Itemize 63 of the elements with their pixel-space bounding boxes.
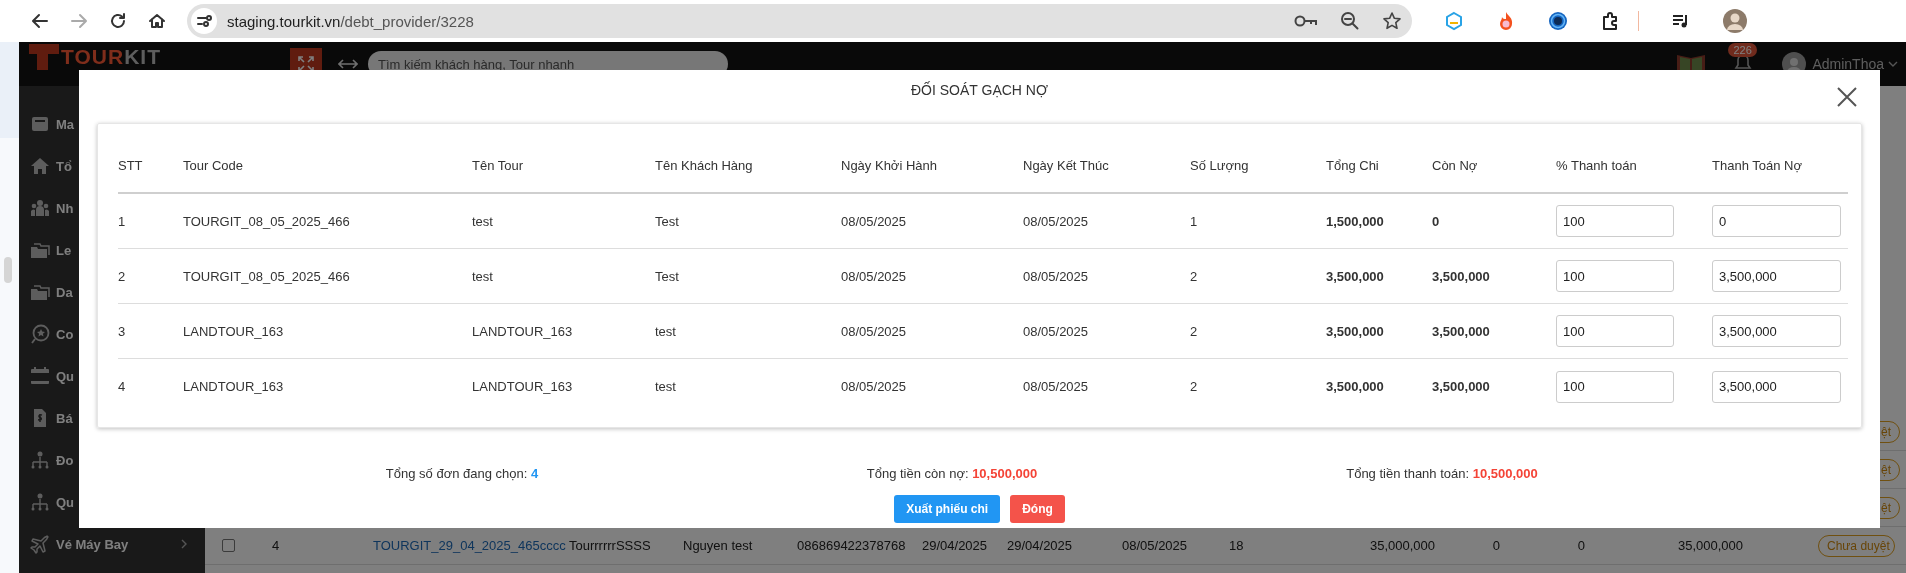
table-cell-text: 3,500,000 bbox=[1432, 378, 1491, 396]
column-header: Tên Khách Hàng bbox=[655, 139, 841, 194]
table-cell: 2 bbox=[118, 249, 183, 304]
table-cell-text: 29/04/2025 bbox=[1007, 538, 1074, 553]
table-cell: 1 bbox=[1190, 194, 1326, 249]
table-cell: 1,500,000 bbox=[1326, 194, 1432, 249]
table-cell: 08/05/2025 bbox=[841, 304, 1023, 359]
table-cell-text: 29/04/2025 bbox=[922, 538, 989, 553]
column-header: Số Lượng bbox=[1190, 139, 1326, 194]
table-cell-text: TourrrrrrSSSS bbox=[569, 538, 652, 553]
summary-text: Tổng tiền thanh toán: 10,500,000 bbox=[1346, 466, 1538, 481]
table-cell-text: 35,000,000 bbox=[1676, 538, 1743, 553]
logo-text: TOURKIT bbox=[61, 45, 161, 69]
table-cell: TOURGIT_08_05_2025_466 bbox=[183, 249, 472, 304]
column-header: Tour Code bbox=[183, 139, 472, 194]
table-cell-text: LANDTOUR_163 bbox=[472, 378, 574, 396]
column-header: Tên Tour bbox=[472, 139, 655, 194]
table-cell-text: 2 bbox=[1190, 378, 1199, 396]
table-cell: test bbox=[655, 304, 841, 359]
table-cell: 2 bbox=[1190, 304, 1326, 359]
table-cell: 08/05/2025 bbox=[841, 249, 1023, 304]
summary-text: Tổng số đơn đang chọn: 4 bbox=[385, 466, 539, 481]
notification-count: 226 bbox=[1728, 42, 1757, 57]
table-cell: LANDTOUR_163 bbox=[472, 304, 655, 359]
table-cell-text: Nguyen test bbox=[683, 538, 754, 553]
table-cell: test bbox=[472, 194, 655, 249]
table-cell-text: 3,500,000 bbox=[1326, 378, 1385, 396]
table-cell: LANDTOUR_163 bbox=[183, 304, 472, 359]
table-cell: 08/05/2025 bbox=[1023, 249, 1190, 304]
column-header: Ngày Khởi Hành bbox=[841, 139, 1023, 194]
column-header: Thanh Toán Nợ bbox=[1712, 139, 1848, 194]
column-header: STT bbox=[118, 139, 183, 194]
table-cell-text: 0 bbox=[1491, 538, 1500, 553]
table-cell: 3,500,000 bbox=[1326, 304, 1432, 359]
table-cell: 08/05/2025 bbox=[1023, 304, 1190, 359]
table-cell-text: LANDTOUR_163 bbox=[183, 378, 285, 396]
column-header: Còn Nợ bbox=[1432, 139, 1556, 194]
summary-text: Tổng tiền còn nợ: 10,500,000 bbox=[866, 466, 1038, 481]
table-cell-text: 35,000,000 bbox=[1368, 538, 1435, 553]
column-header: Ngày Kết Thúc bbox=[1023, 139, 1190, 194]
table-cell: test bbox=[472, 249, 655, 304]
table-cell-text: 18 bbox=[1229, 538, 1245, 553]
table-cell: 2 bbox=[1190, 249, 1326, 304]
table-cell-text: 08/05/2025 bbox=[1122, 538, 1189, 553]
column-header: % Thanh toán bbox=[1556, 139, 1712, 194]
table-cell: 1 bbox=[118, 194, 183, 249]
table-cell: 3 bbox=[118, 304, 183, 359]
url-text: staging.tourkit.vn/debt_provider/3228 bbox=[227, 12, 474, 30]
table-cell: 08/05/2025 bbox=[841, 194, 1023, 249]
table-cell-text: 08/05/2025 bbox=[1023, 378, 1090, 396]
column-header: Tổng Chi bbox=[1326, 139, 1432, 194]
table-cell: TOURGIT_08_05_2025_466 bbox=[183, 194, 472, 249]
table-cell: Test bbox=[655, 194, 841, 249]
table-cell-text: 086869422378768 bbox=[797, 538, 907, 553]
table-cell-text: test bbox=[655, 378, 677, 396]
table-cell: 08/05/2025 bbox=[1023, 194, 1190, 249]
table-cell-text: 4 bbox=[118, 378, 127, 396]
table-cell-text: 08/05/2025 bbox=[841, 378, 908, 396]
table-cell-text: 0 bbox=[1576, 538, 1585, 553]
dialog-title: ĐỐI SOÁT GẠCH NỢ bbox=[911, 81, 1048, 98]
table-cell-text: 4 bbox=[272, 538, 281, 553]
table-cell: 3,500,000 bbox=[1326, 249, 1432, 304]
table-cell: Test bbox=[655, 249, 841, 304]
